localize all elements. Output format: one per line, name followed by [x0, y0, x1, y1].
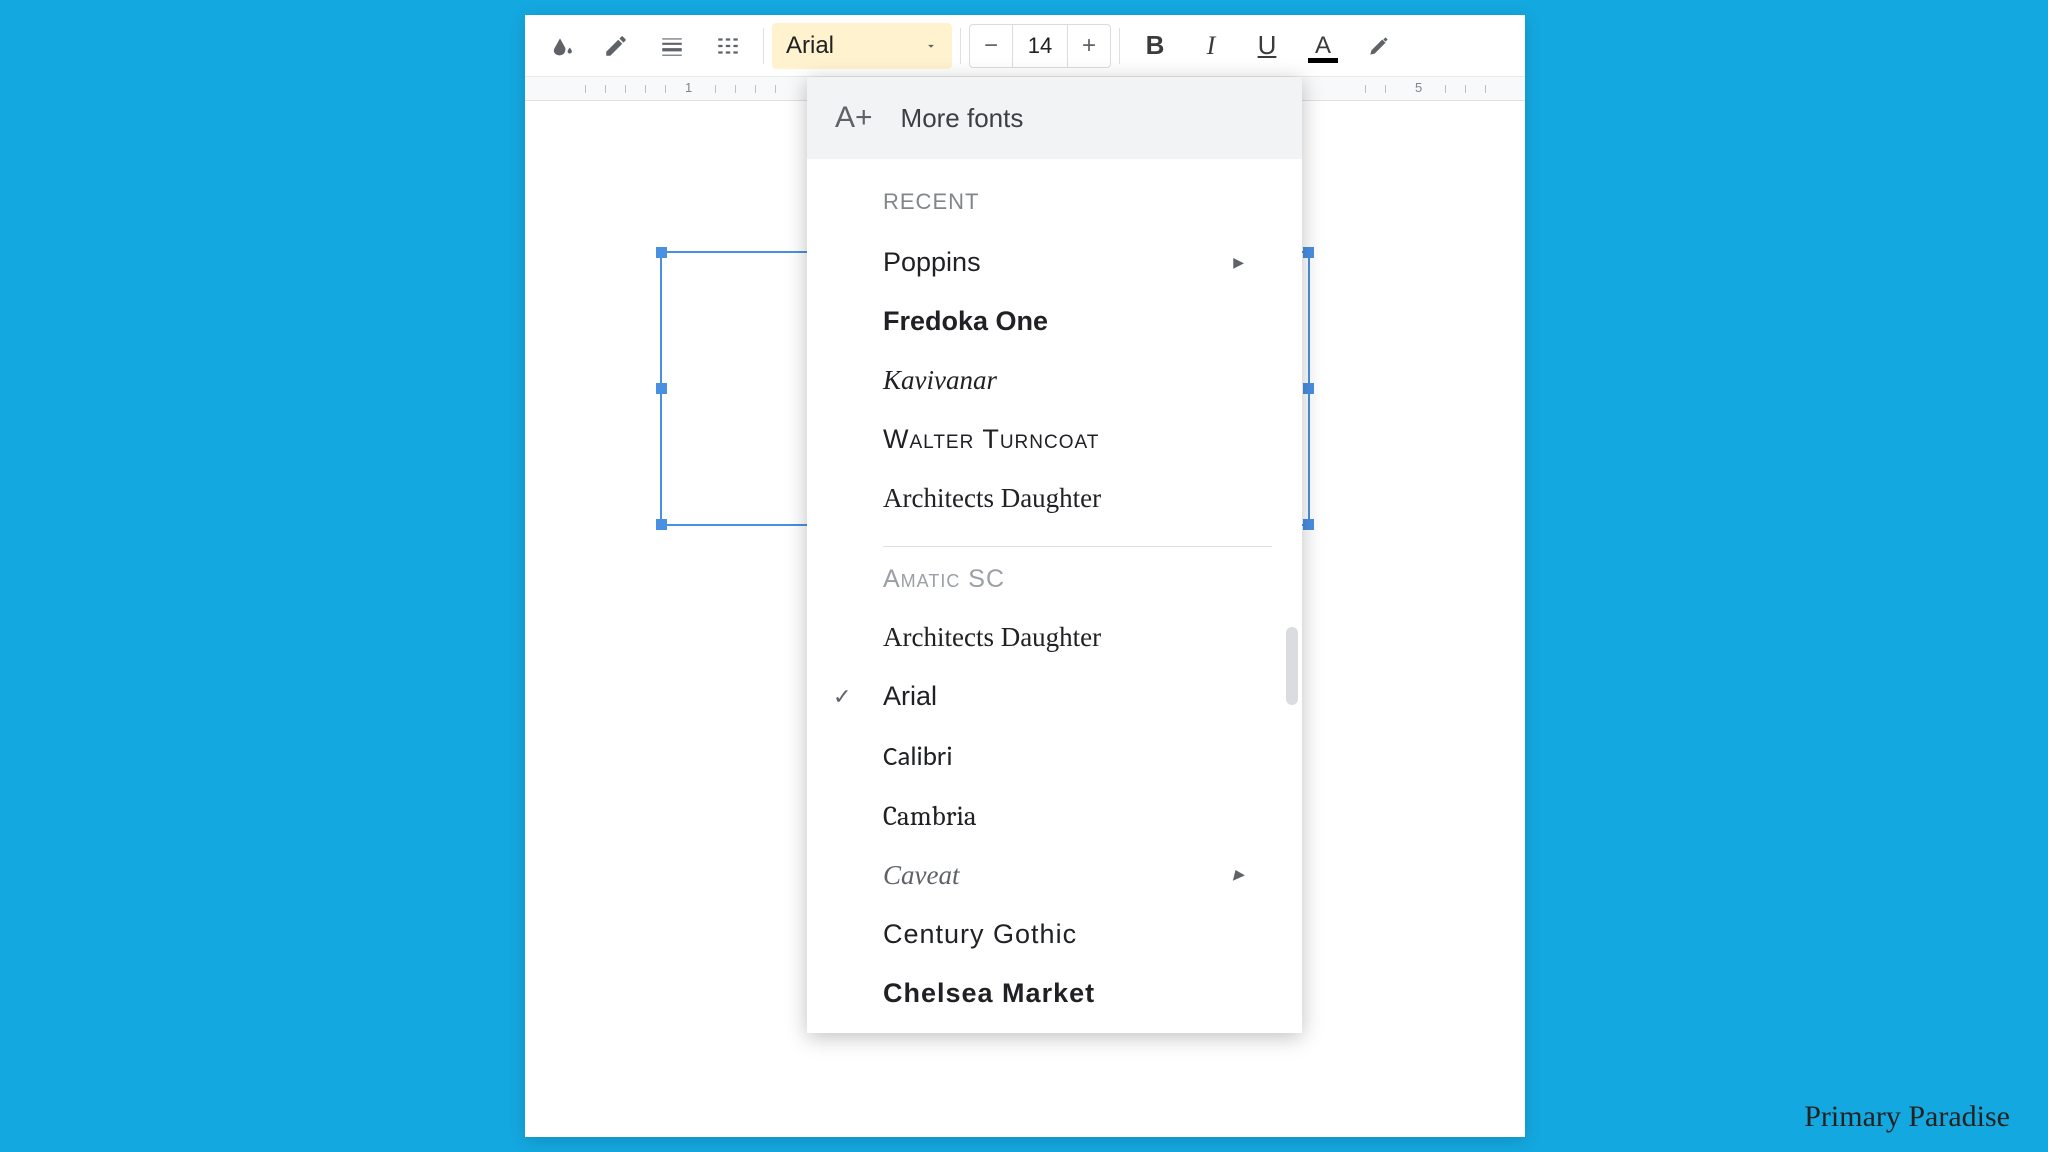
- fill-color-icon[interactable]: [533, 23, 587, 69]
- submenu-arrow-icon: ▶: [1233, 254, 1244, 271]
- font-item-label: Caveat: [883, 860, 959, 891]
- font-item[interactable]: Kavivanar: [883, 351, 1272, 410]
- line-weight-icon[interactable]: [645, 23, 699, 69]
- font-item-label: Fredoka One: [883, 306, 1048, 337]
- font-item[interactable]: Caveat ▶: [883, 846, 1272, 905]
- font-family-selector[interactable]: Arial: [772, 23, 952, 69]
- resize-handle[interactable]: [656, 247, 667, 258]
- font-item[interactable]: Chelsea Market: [883, 964, 1272, 1023]
- recent-heading: RECENT: [883, 159, 1272, 233]
- recent-section: RECENT Poppins ▶ Fredoka One Kavivanar Walte…: [807, 159, 1302, 1023]
- font-item-label: Architects Daughter: [883, 622, 1101, 653]
- chevron-down-icon: [924, 39, 938, 53]
- font-item[interactable]: Architects Daughter: [883, 608, 1272, 667]
- more-fonts-label: More fonts: [901, 103, 1024, 134]
- bold-button[interactable]: B: [1128, 23, 1182, 69]
- ruler-mark: 1: [685, 80, 692, 95]
- font-item[interactable]: Walter Turncoat: [883, 410, 1272, 469]
- font-item[interactable]: Architects Daughter: [883, 469, 1272, 528]
- pen-icon[interactable]: [589, 23, 643, 69]
- divider: [960, 28, 961, 64]
- resize-handle[interactable]: [1303, 519, 1314, 530]
- font-item[interactable]: Cambria: [883, 787, 1272, 846]
- font-size-value[interactable]: 14: [1012, 25, 1068, 67]
- font-dropdown: A+ More fonts RECENT Poppins ▶ Fredoka One…: [807, 77, 1302, 1033]
- font-item-label: Calibri: [883, 740, 953, 773]
- font-size-group: − 14 +: [969, 24, 1111, 68]
- font-item-label: Chelsea Market: [883, 978, 1095, 1009]
- check-icon: ✓: [833, 684, 851, 710]
- font-item-label: Poppins: [883, 247, 981, 278]
- underline-button[interactable]: U: [1240, 23, 1294, 69]
- text-color-button[interactable]: A: [1296, 23, 1350, 69]
- resize-handle[interactable]: [656, 383, 667, 394]
- font-item[interactable]: Poppins ▶: [883, 233, 1272, 292]
- text-color-letter: A: [1315, 32, 1331, 60]
- resize-handle[interactable]: [1303, 383, 1314, 394]
- divider: [1119, 28, 1120, 64]
- font-item-label: Walter Turncoat: [883, 424, 1099, 455]
- highlight-button[interactable]: [1352, 23, 1406, 69]
- more-fonts-icon: A+: [835, 101, 873, 135]
- font-item-label: Amatic SC: [883, 565, 1005, 594]
- watermark: Primary Paradise: [1804, 1100, 2010, 1134]
- text-color-bar: [1308, 58, 1338, 63]
- more-fonts-item[interactable]: A+ More fonts: [807, 77, 1302, 159]
- ruler-mark: 5: [1415, 80, 1422, 95]
- app-window: Arial − 14 + B I U A 1 5: [525, 15, 1525, 1137]
- font-item-label: Kavivanar: [883, 365, 997, 396]
- decrease-font-size-button[interactable]: −: [970, 25, 1012, 67]
- divider: [763, 28, 764, 64]
- divider: [883, 546, 1272, 547]
- resize-handle[interactable]: [1303, 247, 1314, 258]
- increase-font-size-button[interactable]: +: [1068, 25, 1110, 67]
- font-item-label: Arial: [883, 681, 937, 712]
- italic-button[interactable]: I: [1184, 23, 1238, 69]
- font-item[interactable]: Century Gothic: [883, 905, 1272, 964]
- font-item-label: Architects Daughter: [883, 483, 1101, 514]
- line-dash-icon[interactable]: [701, 23, 755, 69]
- scrollbar-thumb[interactable]: [1286, 627, 1298, 705]
- font-item[interactable]: Calibri: [883, 726, 1272, 787]
- font-name-label: Arial: [786, 32, 834, 60]
- font-item[interactable]: Fredoka One: [883, 292, 1272, 351]
- toolbar: Arial − 14 + B I U A: [525, 15, 1525, 77]
- resize-handle[interactable]: [656, 519, 667, 530]
- submenu-arrow-icon: ▶: [1233, 867, 1244, 884]
- font-item-label: Cambria: [883, 801, 977, 832]
- font-item-label: Century Gothic: [883, 919, 1077, 950]
- font-item[interactable]: Amatic SC: [883, 551, 1272, 608]
- font-item[interactable]: ✓Arial: [883, 667, 1272, 726]
